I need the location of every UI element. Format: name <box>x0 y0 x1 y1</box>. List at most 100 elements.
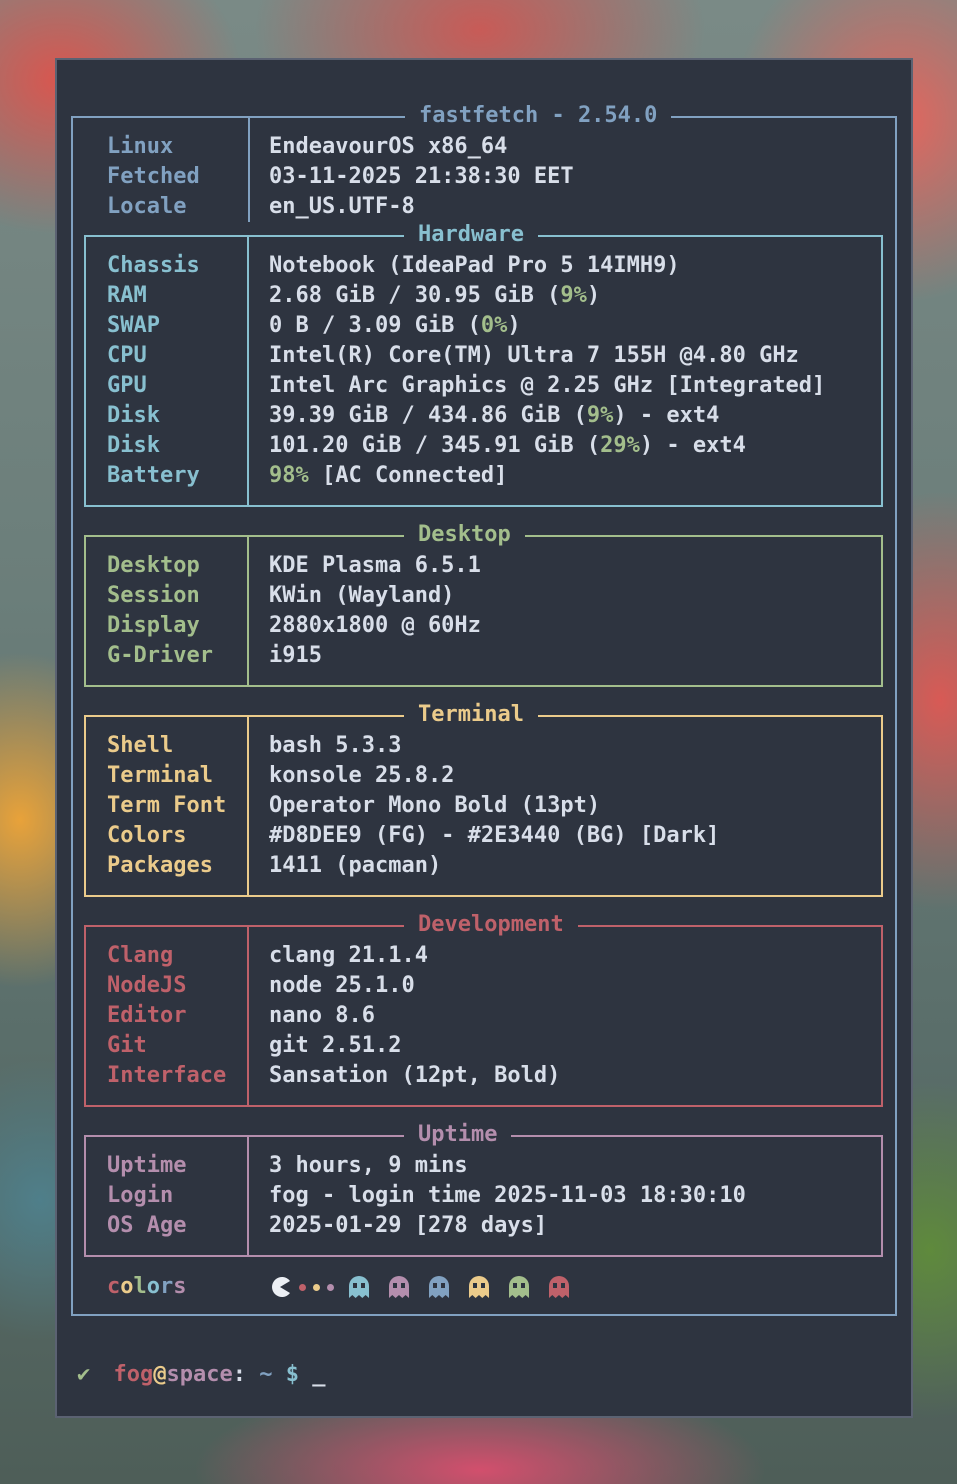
pellet-icon <box>299 1284 306 1291</box>
prompt-colon: : <box>232 1362 246 1387</box>
section-title-uptime: Uptime <box>404 1121 512 1149</box>
uptime-section: Uptime Uptime 3 hours, 9 mins Login fog … <box>84 1121 883 1257</box>
ghost-icon-yellow <box>469 1276 489 1298</box>
info-value: bash 5.3.3 <box>269 733 402 758</box>
info-value: #D8DEE9 (FG) - #2E3440 (BG) [Dark] <box>269 823 720 848</box>
shell-prompt[interactable]: ✔ fog@space: ~ $ _ <box>77 1360 325 1390</box>
value-text: ) - ext4 <box>639 433 746 458</box>
prompt-host: space <box>166 1362 233 1387</box>
info-value: Intel Arc Graphics @ 2.25 GHz [Integrate… <box>269 373 826 398</box>
info-key: Colors <box>107 823 187 848</box>
value-text: 2.68 GiB / 30.95 GiB ( <box>269 283 561 308</box>
info-value: git 2.51.2 <box>269 1033 402 1058</box>
section-divider <box>247 1137 249 1255</box>
value-text: ) <box>586 283 601 308</box>
section-divider <box>247 237 249 505</box>
percent-value: 98% <box>269 463 309 488</box>
info-key: Shell <box>107 733 174 758</box>
info-value: Operator Mono Bold (13pt) <box>269 793 601 818</box>
info-value: node 25.1.0 <box>269 973 415 998</box>
info-key: Disk <box>107 403 160 428</box>
info-key: Packages <box>107 853 213 878</box>
value-text: 39.39 GiB / 434.86 GiB ( <box>269 403 587 428</box>
info-key: RAM <box>107 283 147 308</box>
fastfetch-title: fastfetch - 2.54.0 <box>405 102 672 130</box>
text-cursor[interactable]: _ <box>312 1362 325 1387</box>
info-key: Term Font <box>107 793 227 818</box>
colors-key: colors <box>107 1272 187 1302</box>
info-key: Session <box>107 583 200 608</box>
colors-key-char: c <box>107 1274 121 1299</box>
info-value: konsole 25.8.2 <box>269 763 455 788</box>
info-key: Battery <box>107 463 200 488</box>
section-divider <box>247 537 249 685</box>
info-value: EndeavourOS x86_64 <box>269 134 508 159</box>
pellet-icon <box>327 1284 334 1291</box>
info-value: 2025-01-29 [278 days] <box>269 1213 548 1238</box>
info-key: Locale <box>107 194 187 219</box>
info-value: nano 8.6 <box>269 1003 375 1028</box>
section-title-hardware: Hardware <box>404 221 538 249</box>
info-key: SWAP <box>107 313 160 338</box>
info-value: 2880x1800 @ 60Hz <box>269 613 481 638</box>
hardware-section: Hardware Chassis Notebook (IdeaPad Pro 5… <box>84 221 883 507</box>
prompt-user: fog <box>113 1362 154 1387</box>
prompt-at: @ <box>153 1362 167 1387</box>
info-value: 101.20 GiB / 345.91 GiB (29%) - ext4 <box>269 431 746 461</box>
percent-value: 29% <box>600 433 640 458</box>
value-text: 0 B / 3.09 GiB ( <box>269 313 481 338</box>
section-title-desktop: Desktop <box>404 521 525 549</box>
info-value: KDE Plasma 6.5.1 <box>269 553 481 578</box>
info-value: Intel(R) Core(TM) Ultra 7 155H @4.80 GHz <box>269 343 799 368</box>
desktop-section: Desktop Desktop KDE Plasma 6.5.1 Session… <box>84 521 883 687</box>
colors-key-char: o <box>120 1274 134 1299</box>
color-swatches <box>269 1272 589 1302</box>
prompt-path: ~ <box>259 1362 273 1387</box>
info-value: 98% [AC Connected] <box>269 461 507 491</box>
info-value: Notebook (IdeaPad Pro 5 14IMH9) <box>269 253 680 278</box>
value-text: [AC Connected] <box>308 463 508 488</box>
outer-divider <box>248 118 250 222</box>
info-key: GPU <box>107 373 147 398</box>
value-text: 101.20 GiB / 345.91 GiB ( <box>269 433 601 458</box>
terminal-window[interactable]: fastfetch - 2.54.0 Linux EndeavourOS x86… <box>55 58 913 1418</box>
ghost-icon-purple <box>389 1276 409 1298</box>
value-text: ) - ext4 <box>613 403 720 428</box>
colors-key-char: o <box>146 1274 160 1299</box>
section-title-terminal: Terminal <box>404 701 538 729</box>
prompt-symbol: $ <box>285 1362 299 1387</box>
section-divider <box>247 927 249 1105</box>
pellet-icon <box>313 1284 320 1291</box>
info-key: Editor <box>107 1003 187 1028</box>
info-key: CPU <box>107 343 147 368</box>
pacman-icon <box>272 1277 290 1297</box>
ghost-icon-blue <box>429 1276 449 1298</box>
info-value: KWin (Wayland) <box>269 583 455 608</box>
development-section: Development Clang clang 21.1.4 NodeJS no… <box>84 911 883 1107</box>
colors-key-char: l <box>133 1274 147 1299</box>
info-key: Fetched <box>107 164 200 189</box>
info-value: 39.39 GiB / 434.86 GiB (9%) - ext4 <box>269 401 719 431</box>
info-key: Uptime <box>107 1153 187 1178</box>
info-key: Terminal <box>107 763 213 788</box>
info-value: 03-11-2025 21:38:30 EET <box>269 164 574 189</box>
value-text: ) <box>507 313 521 338</box>
info-value: 2.68 GiB / 30.95 GiB (9%) <box>269 281 600 311</box>
info-key: Chassis <box>107 253 200 278</box>
info-key: Linux <box>107 134 174 159</box>
info-value: i915 <box>269 643 322 668</box>
info-value: 0 B / 3.09 GiB (0%) <box>269 311 521 341</box>
info-value: fog - login time 2025-11-03 18:30:10 <box>269 1183 746 1208</box>
section-divider <box>247 717 249 895</box>
info-value: Sansation (12pt, Bold) <box>269 1063 561 1088</box>
percent-value: 9% <box>586 403 614 428</box>
info-key: Disk <box>107 433 160 458</box>
info-key: Interface <box>107 1063 227 1088</box>
ghost-icon-red <box>549 1276 569 1298</box>
colors-key-char: r <box>160 1274 174 1299</box>
info-key: OS Age <box>107 1213 187 1238</box>
ghost-icon-green <box>509 1276 529 1298</box>
colors-key-char: s <box>173 1274 187 1299</box>
info-value: clang 21.1.4 <box>269 943 428 968</box>
info-key: Git <box>107 1033 147 1058</box>
